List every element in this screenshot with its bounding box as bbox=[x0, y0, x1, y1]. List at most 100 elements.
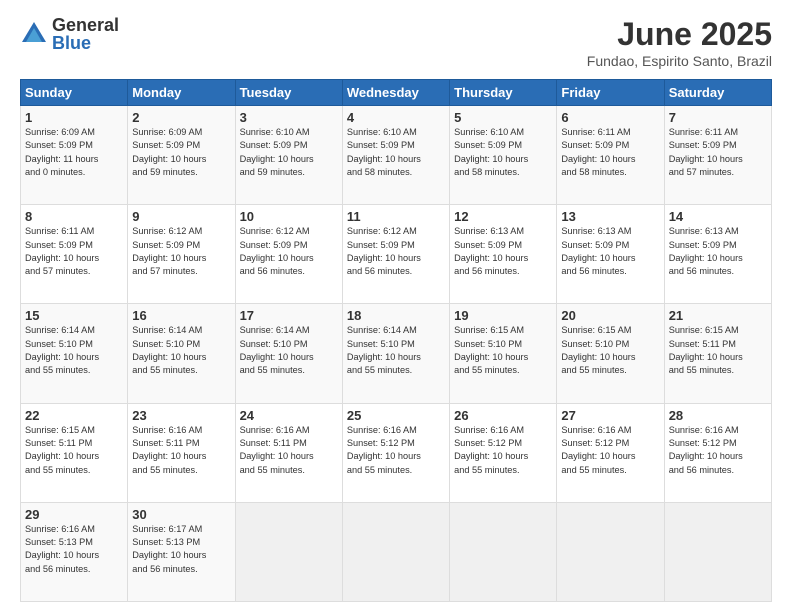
day-number: 12 bbox=[454, 209, 552, 224]
calendar-cell: 11Sunrise: 6:12 AM Sunset: 5:09 PM Dayli… bbox=[342, 205, 449, 304]
calendar-cell: 9Sunrise: 6:12 AM Sunset: 5:09 PM Daylig… bbox=[128, 205, 235, 304]
day-number: 25 bbox=[347, 408, 445, 423]
day-number: 23 bbox=[132, 408, 230, 423]
calendar-cell: 13Sunrise: 6:13 AM Sunset: 5:09 PM Dayli… bbox=[557, 205, 664, 304]
day-number: 8 bbox=[25, 209, 123, 224]
header: General Blue June 2025 Fundao, Espirito … bbox=[20, 16, 772, 69]
calendar-cell bbox=[450, 502, 557, 601]
day-info: Sunrise: 6:09 AM Sunset: 5:09 PM Dayligh… bbox=[25, 126, 123, 179]
day-number: 24 bbox=[240, 408, 338, 423]
calendar-cell: 16Sunrise: 6:14 AM Sunset: 5:10 PM Dayli… bbox=[128, 304, 235, 403]
calendar-cell: 28Sunrise: 6:16 AM Sunset: 5:12 PM Dayli… bbox=[664, 403, 771, 502]
day-info: Sunrise: 6:11 AM Sunset: 5:09 PM Dayligh… bbox=[25, 225, 123, 278]
day-number: 6 bbox=[561, 110, 659, 125]
calendar-table: Sunday Monday Tuesday Wednesday Thursday… bbox=[20, 79, 772, 602]
calendar-cell bbox=[664, 502, 771, 601]
day-number: 30 bbox=[132, 507, 230, 522]
header-row: Sunday Monday Tuesday Wednesday Thursday… bbox=[21, 80, 772, 106]
day-info: Sunrise: 6:16 AM Sunset: 5:13 PM Dayligh… bbox=[25, 523, 123, 576]
day-number: 17 bbox=[240, 308, 338, 323]
day-number: 9 bbox=[132, 209, 230, 224]
day-number: 26 bbox=[454, 408, 552, 423]
calendar-cell: 12Sunrise: 6:13 AM Sunset: 5:09 PM Dayli… bbox=[450, 205, 557, 304]
calendar-cell: 8Sunrise: 6:11 AM Sunset: 5:09 PM Daylig… bbox=[21, 205, 128, 304]
calendar-cell: 14Sunrise: 6:13 AM Sunset: 5:09 PM Dayli… bbox=[664, 205, 771, 304]
day-number: 20 bbox=[561, 308, 659, 323]
calendar-cell: 23Sunrise: 6:16 AM Sunset: 5:11 PM Dayli… bbox=[128, 403, 235, 502]
logo-general: General bbox=[52, 16, 119, 34]
day-number: 16 bbox=[132, 308, 230, 323]
day-info: Sunrise: 6:15 AM Sunset: 5:10 PM Dayligh… bbox=[561, 324, 659, 377]
col-wednesday: Wednesday bbox=[342, 80, 449, 106]
logo-icon bbox=[20, 20, 48, 48]
day-info: Sunrise: 6:16 AM Sunset: 5:11 PM Dayligh… bbox=[132, 424, 230, 477]
logo: General Blue bbox=[20, 16, 119, 52]
calendar-cell: 19Sunrise: 6:15 AM Sunset: 5:10 PM Dayli… bbox=[450, 304, 557, 403]
day-number: 3 bbox=[240, 110, 338, 125]
day-info: Sunrise: 6:12 AM Sunset: 5:09 PM Dayligh… bbox=[347, 225, 445, 278]
day-info: Sunrise: 6:13 AM Sunset: 5:09 PM Dayligh… bbox=[454, 225, 552, 278]
page: General Blue June 2025 Fundao, Espirito … bbox=[0, 0, 792, 612]
day-info: Sunrise: 6:14 AM Sunset: 5:10 PM Dayligh… bbox=[25, 324, 123, 377]
day-info: Sunrise: 6:14 AM Sunset: 5:10 PM Dayligh… bbox=[240, 324, 338, 377]
calendar-subtitle: Fundao, Espirito Santo, Brazil bbox=[587, 53, 772, 69]
day-info: Sunrise: 6:11 AM Sunset: 5:09 PM Dayligh… bbox=[669, 126, 767, 179]
calendar-cell: 18Sunrise: 6:14 AM Sunset: 5:10 PM Dayli… bbox=[342, 304, 449, 403]
calendar-cell: 30Sunrise: 6:17 AM Sunset: 5:13 PM Dayli… bbox=[128, 502, 235, 601]
calendar-cell: 2Sunrise: 6:09 AM Sunset: 5:09 PM Daylig… bbox=[128, 106, 235, 205]
calendar-week-3: 15Sunrise: 6:14 AM Sunset: 5:10 PM Dayli… bbox=[21, 304, 772, 403]
calendar-cell: 27Sunrise: 6:16 AM Sunset: 5:12 PM Dayli… bbox=[557, 403, 664, 502]
day-number: 13 bbox=[561, 209, 659, 224]
calendar-cell: 7Sunrise: 6:11 AM Sunset: 5:09 PM Daylig… bbox=[664, 106, 771, 205]
day-info: Sunrise: 6:14 AM Sunset: 5:10 PM Dayligh… bbox=[347, 324, 445, 377]
day-info: Sunrise: 6:12 AM Sunset: 5:09 PM Dayligh… bbox=[240, 225, 338, 278]
calendar-cell: 4Sunrise: 6:10 AM Sunset: 5:09 PM Daylig… bbox=[342, 106, 449, 205]
day-number: 1 bbox=[25, 110, 123, 125]
calendar-cell bbox=[342, 502, 449, 601]
day-info: Sunrise: 6:13 AM Sunset: 5:09 PM Dayligh… bbox=[561, 225, 659, 278]
day-info: Sunrise: 6:16 AM Sunset: 5:12 PM Dayligh… bbox=[561, 424, 659, 477]
calendar-cell bbox=[557, 502, 664, 601]
day-number: 21 bbox=[669, 308, 767, 323]
col-saturday: Saturday bbox=[664, 80, 771, 106]
calendar-cell: 10Sunrise: 6:12 AM Sunset: 5:09 PM Dayli… bbox=[235, 205, 342, 304]
day-number: 15 bbox=[25, 308, 123, 323]
day-info: Sunrise: 6:17 AM Sunset: 5:13 PM Dayligh… bbox=[132, 523, 230, 576]
day-info: Sunrise: 6:10 AM Sunset: 5:09 PM Dayligh… bbox=[240, 126, 338, 179]
col-sunday: Sunday bbox=[21, 80, 128, 106]
day-info: Sunrise: 6:11 AM Sunset: 5:09 PM Dayligh… bbox=[561, 126, 659, 179]
col-thursday: Thursday bbox=[450, 80, 557, 106]
calendar-week-2: 8Sunrise: 6:11 AM Sunset: 5:09 PM Daylig… bbox=[21, 205, 772, 304]
calendar-cell: 3Sunrise: 6:10 AM Sunset: 5:09 PM Daylig… bbox=[235, 106, 342, 205]
day-info: Sunrise: 6:10 AM Sunset: 5:09 PM Dayligh… bbox=[454, 126, 552, 179]
logo-blue: Blue bbox=[52, 34, 119, 52]
calendar-cell: 5Sunrise: 6:10 AM Sunset: 5:09 PM Daylig… bbox=[450, 106, 557, 205]
calendar-title: June 2025 bbox=[587, 16, 772, 53]
calendar-cell bbox=[235, 502, 342, 601]
day-info: Sunrise: 6:16 AM Sunset: 5:12 PM Dayligh… bbox=[454, 424, 552, 477]
logo-text: General Blue bbox=[52, 16, 119, 52]
day-info: Sunrise: 6:15 AM Sunset: 5:11 PM Dayligh… bbox=[669, 324, 767, 377]
calendar-cell: 6Sunrise: 6:11 AM Sunset: 5:09 PM Daylig… bbox=[557, 106, 664, 205]
calendar-cell: 29Sunrise: 6:16 AM Sunset: 5:13 PM Dayli… bbox=[21, 502, 128, 601]
day-info: Sunrise: 6:16 AM Sunset: 5:12 PM Dayligh… bbox=[669, 424, 767, 477]
col-friday: Friday bbox=[557, 80, 664, 106]
calendar-cell: 20Sunrise: 6:15 AM Sunset: 5:10 PM Dayli… bbox=[557, 304, 664, 403]
day-info: Sunrise: 6:14 AM Sunset: 5:10 PM Dayligh… bbox=[132, 324, 230, 377]
calendar-cell: 24Sunrise: 6:16 AM Sunset: 5:11 PM Dayli… bbox=[235, 403, 342, 502]
day-info: Sunrise: 6:10 AM Sunset: 5:09 PM Dayligh… bbox=[347, 126, 445, 179]
day-number: 4 bbox=[347, 110, 445, 125]
calendar-cell: 17Sunrise: 6:14 AM Sunset: 5:10 PM Dayli… bbox=[235, 304, 342, 403]
day-number: 22 bbox=[25, 408, 123, 423]
col-tuesday: Tuesday bbox=[235, 80, 342, 106]
day-info: Sunrise: 6:13 AM Sunset: 5:09 PM Dayligh… bbox=[669, 225, 767, 278]
day-info: Sunrise: 6:16 AM Sunset: 5:11 PM Dayligh… bbox=[240, 424, 338, 477]
day-number: 10 bbox=[240, 209, 338, 224]
title-block: June 2025 Fundao, Espirito Santo, Brazil bbox=[587, 16, 772, 69]
day-number: 7 bbox=[669, 110, 767, 125]
calendar-cell: 25Sunrise: 6:16 AM Sunset: 5:12 PM Dayli… bbox=[342, 403, 449, 502]
day-number: 14 bbox=[669, 209, 767, 224]
day-number: 27 bbox=[561, 408, 659, 423]
calendar-week-5: 29Sunrise: 6:16 AM Sunset: 5:13 PM Dayli… bbox=[21, 502, 772, 601]
day-number: 28 bbox=[669, 408, 767, 423]
